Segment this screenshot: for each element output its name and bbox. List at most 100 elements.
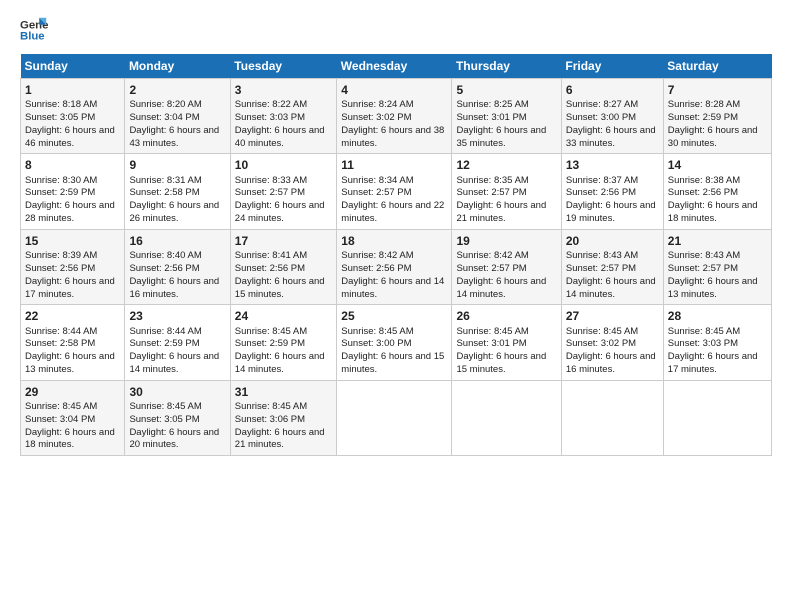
sunrise-text: Sunrise: 8:44 AM [129, 326, 201, 337]
day-header-thursday: Thursday [452, 54, 561, 79]
day-number: 6 [566, 82, 659, 98]
sunrise-text: Sunrise: 8:37 AM [566, 175, 638, 186]
calendar-cell: 19Sunrise: 8:42 AMSunset: 2:57 PMDayligh… [452, 229, 561, 304]
day-header-monday: Monday [125, 54, 230, 79]
sunrise-text: Sunrise: 8:22 AM [235, 99, 307, 110]
calendar-cell: 31Sunrise: 8:45 AMSunset: 3:06 PMDayligh… [230, 380, 337, 455]
daylight-text: Daylight: 6 hours and 40 minutes. [235, 125, 325, 149]
calendar-cell: 20Sunrise: 8:43 AMSunset: 2:57 PMDayligh… [561, 229, 663, 304]
calendar-cell: 11Sunrise: 8:34 AMSunset: 2:57 PMDayligh… [337, 154, 452, 229]
daylight-text: Daylight: 6 hours and 17 minutes. [668, 351, 758, 375]
calendar-cell: 17Sunrise: 8:41 AMSunset: 2:56 PMDayligh… [230, 229, 337, 304]
daylight-text: Daylight: 6 hours and 13 minutes. [25, 351, 115, 375]
day-number: 4 [341, 82, 447, 98]
sunset-text: Sunset: 3:03 PM [235, 112, 305, 123]
day-number: 16 [129, 233, 225, 249]
daylight-text: Daylight: 6 hours and 21 minutes. [456, 200, 546, 224]
sunrise-text: Sunrise: 8:45 AM [456, 326, 528, 337]
sunset-text: Sunset: 2:58 PM [129, 187, 199, 198]
day-number: 31 [235, 384, 333, 400]
calendar-table: SundayMondayTuesdayWednesdayThursdayFrid… [20, 54, 772, 456]
week-row-5: 29 Sunrise: 8:45 AM Sunset: 3:04 PM Dayligh… [21, 380, 772, 455]
daylight-text: Daylight: 6 hours and 21 minutes. [235, 427, 325, 451]
daylight-text: Daylight: 6 hours and 18 minutes. [668, 200, 758, 224]
day-number: 26 [456, 308, 556, 324]
daylight-text: Daylight: 6 hours and 14 minutes. [235, 351, 325, 375]
daylight-text: Daylight: 6 hours and 15 minutes. [341, 351, 444, 375]
day-number: 29 [25, 384, 120, 400]
calendar-cell: 21Sunrise: 8:43 AMSunset: 2:57 PMDayligh… [663, 229, 771, 304]
calendar-cell: 25Sunrise: 8:45 AMSunset: 3:00 PMDayligh… [337, 305, 452, 380]
sunrise-text: Sunrise: 8:24 AM [341, 99, 413, 110]
sunset-text: Sunset: 2:58 PM [25, 338, 95, 349]
day-number: 22 [25, 308, 120, 324]
calendar-cell: 27Sunrise: 8:45 AMSunset: 3:02 PMDayligh… [561, 305, 663, 380]
header: General Blue [20, 16, 772, 44]
day-number: 5 [456, 82, 556, 98]
daylight-text: Daylight: 6 hours and 43 minutes. [129, 125, 219, 149]
day-header-wednesday: Wednesday [337, 54, 452, 79]
day-number: 23 [129, 308, 225, 324]
daylight-text: Daylight: 6 hours and 16 minutes. [566, 351, 656, 375]
calendar-cell: 15Sunrise: 8:39 AMSunset: 2:56 PMDayligh… [21, 229, 125, 304]
sunrise-text: Sunrise: 8:18 AM [25, 99, 97, 110]
daylight-text: Daylight: 6 hours and 14 minutes. [129, 351, 219, 375]
sunrise-text: Sunrise: 8:41 AM [235, 250, 307, 261]
sunset-text: Sunset: 3:04 PM [129, 112, 199, 123]
day-number: 27 [566, 308, 659, 324]
calendar-cell: 23 Sunrise: 8:44 AMSunset: 2:59 PM Dayligh… [125, 305, 230, 380]
day-number: 7 [668, 82, 767, 98]
calendar-cell [561, 380, 663, 455]
logo-icon: General Blue [20, 16, 48, 44]
week-row-4: 22Sunrise: 8:44 AMSunset: 2:58 PMDayligh… [21, 305, 772, 380]
sunrise-text: Sunrise: 8:28 AM [668, 99, 740, 110]
sunrise-text: Sunrise: 8:42 AM [456, 250, 528, 261]
calendar-cell: 13Sunrise: 8:37 AMSunset: 2:56 PMDayligh… [561, 154, 663, 229]
sunset-text: Sunset: 2:57 PM [456, 187, 526, 198]
sunset-text: Sunset: 2:57 PM [456, 263, 526, 274]
sunrise-text: Sunrise: 8:45 AM [566, 326, 638, 337]
week-row-3: 15Sunrise: 8:39 AMSunset: 2:56 PMDayligh… [21, 229, 772, 304]
sunrise-text: Sunrise: 8:35 AM [456, 175, 528, 186]
daylight-text: Daylight: 6 hours and 33 minutes. [566, 125, 656, 149]
day-number: 30 [129, 384, 225, 400]
daylight-text: Daylight: 6 hours and 13 minutes. [668, 276, 758, 300]
daylight-text: Daylight: 6 hours and 19 minutes. [566, 200, 656, 224]
sunrise-text: Sunrise: 8:44 AM [25, 326, 97, 337]
sunset-text: Sunset: 2:56 PM [235, 263, 305, 274]
sunset-text: Sunset: 2:56 PM [341, 263, 411, 274]
sunset-text: Sunset: 2:59 PM [129, 338, 199, 349]
sunrise-text: Sunrise: 8:45 AM [668, 326, 740, 337]
day-number: 9 [129, 157, 225, 173]
day-header-tuesday: Tuesday [230, 54, 337, 79]
sunset-text: Sunset: 2:59 PM [668, 112, 738, 123]
week-row-1: 1Sunrise: 8:18 AMSunset: 3:05 PMDaylight… [21, 79, 772, 154]
daylight-text: Daylight: 6 hours and 38 minutes. [341, 125, 444, 149]
sunset-text: Sunset: 3:01 PM [456, 338, 526, 349]
sunset-text: Sunset: 3:04 PM [25, 414, 95, 425]
calendar-cell: 26Sunrise: 8:45 AMSunset: 3:01 PMDayligh… [452, 305, 561, 380]
sunset-text: Sunset: 3:03 PM [668, 338, 738, 349]
day-number: 1 [25, 82, 120, 98]
sunrise-text: Sunrise: 8:25 AM [456, 99, 528, 110]
calendar-cell: 16Sunrise: 8:40 AMSunset: 2:56 PMDayligh… [125, 229, 230, 304]
calendar-cell: 18Sunrise: 8:42 AMSunset: 2:56 PMDayligh… [337, 229, 452, 304]
sunrise-text: Sunrise: 8:30 AM [25, 175, 97, 186]
day-number: 24 [235, 308, 333, 324]
sunrise-text: Sunrise: 8:45 AM [129, 401, 201, 412]
calendar-cell: 1Sunrise: 8:18 AMSunset: 3:05 PMDaylight… [21, 79, 125, 154]
calendar-cell: 12Sunrise: 8:35 AMSunset: 2:57 PMDayligh… [452, 154, 561, 229]
day-number: 20 [566, 233, 659, 249]
day-number: 2 [129, 82, 225, 98]
sunrise-text: Sunrise: 8:34 AM [341, 175, 413, 186]
daylight-text: Daylight: 6 hours and 22 minutes. [341, 200, 444, 224]
sunrise-text: Sunrise: 8:42 AM [341, 250, 413, 261]
daylight-text: Daylight: 6 hours and 20 minutes. [129, 427, 219, 451]
daylight-text: Daylight: 6 hours and 17 minutes. [25, 276, 115, 300]
day-number: 28 [668, 308, 767, 324]
sunrise-text: Sunrise: 8:45 AM [235, 401, 307, 412]
day-number: 21 [668, 233, 767, 249]
calendar-cell: 22 Sunrise: 8:44 AMSunset: 2:58 PM Dayligh… [21, 305, 125, 380]
calendar-header-row: SundayMondayTuesdayWednesdayThursdayFrid… [21, 54, 772, 79]
day-number: 19 [456, 233, 556, 249]
